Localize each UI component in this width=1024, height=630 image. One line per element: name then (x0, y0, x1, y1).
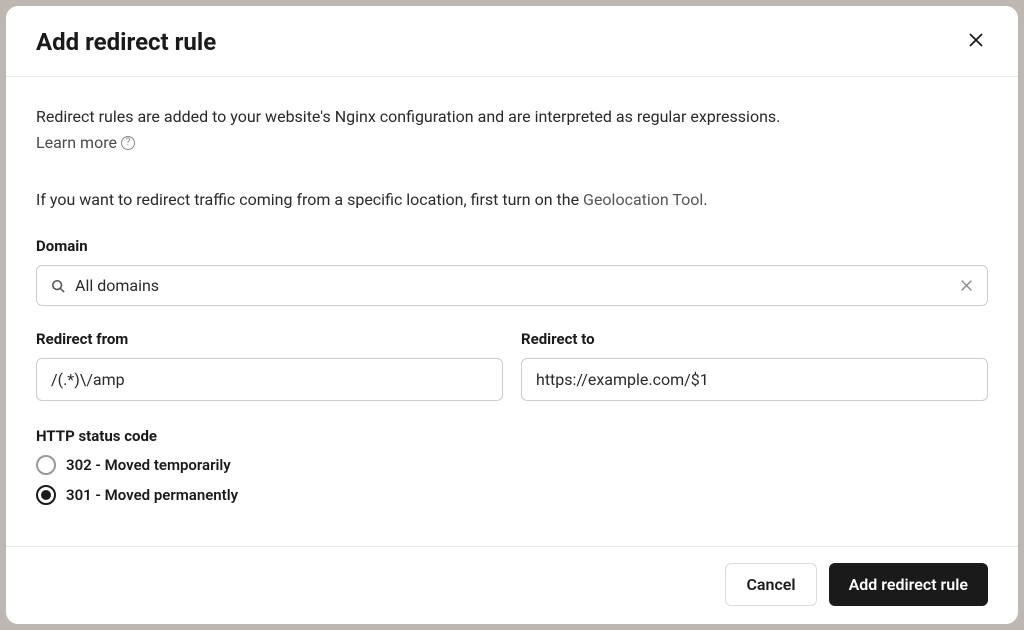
radio-option-301[interactable]: 301 - Moved permanently (36, 485, 988, 505)
redirect-fields-row: Redirect from Redirect to (36, 330, 988, 401)
redirect-to-input[interactable] (521, 358, 988, 401)
redirect-from-col: Redirect from (36, 330, 503, 401)
redirect-to-label: Redirect to (521, 330, 988, 348)
search-icon (51, 279, 65, 293)
radio-icon (36, 455, 56, 475)
clear-icon[interactable] (960, 279, 973, 292)
redirect-to-col: Redirect to (521, 330, 988, 401)
status-code-label: HTTP status code (36, 427, 988, 445)
radio-inner-dot (41, 490, 51, 500)
modal-header: Add redirect rule (6, 6, 1018, 77)
close-button[interactable] (964, 28, 988, 56)
modal-body: Redirect rules are added to your website… (6, 77, 1018, 546)
learn-more-link[interactable]: Learn more ? (36, 133, 135, 152)
geo-prefix: If you want to redirect traffic coming f… (36, 190, 583, 209)
geo-suffix: . (703, 190, 707, 209)
radio-label-301: 301 - Moved permanently (66, 486, 238, 504)
redirect-from-input[interactable] (36, 358, 503, 401)
modal-footer: Cancel Add redirect rule (6, 546, 1018, 624)
radio-label-302: 302 - Moved temporarily (66, 456, 231, 474)
add-redirect-modal: Add redirect rule Redirect rules are add… (6, 6, 1018, 624)
geolocation-text: If you want to redirect traffic coming f… (36, 190, 988, 209)
cancel-button[interactable]: Cancel (725, 563, 816, 606)
modal-title: Add redirect rule (36, 28, 216, 56)
domain-select[interactable]: All domains (36, 265, 988, 306)
add-redirect-rule-button[interactable]: Add redirect rule (829, 563, 988, 606)
help-icon: ? (121, 136, 135, 150)
geolocation-tool-link[interactable]: Geolocation Tool (583, 190, 703, 209)
close-icon (968, 31, 984, 53)
status-code-radio-group: 302 - Moved temporarily 301 - Moved perm… (36, 455, 988, 505)
domain-label: Domain (36, 237, 988, 255)
description-text: Redirect rules are added to your website… (36, 105, 988, 129)
redirect-from-label: Redirect from (36, 330, 503, 348)
radio-option-302[interactable]: 302 - Moved temporarily (36, 455, 988, 475)
learn-more-label: Learn more (36, 133, 117, 152)
radio-icon-selected (36, 485, 56, 505)
domain-value: All domains (75, 276, 960, 295)
